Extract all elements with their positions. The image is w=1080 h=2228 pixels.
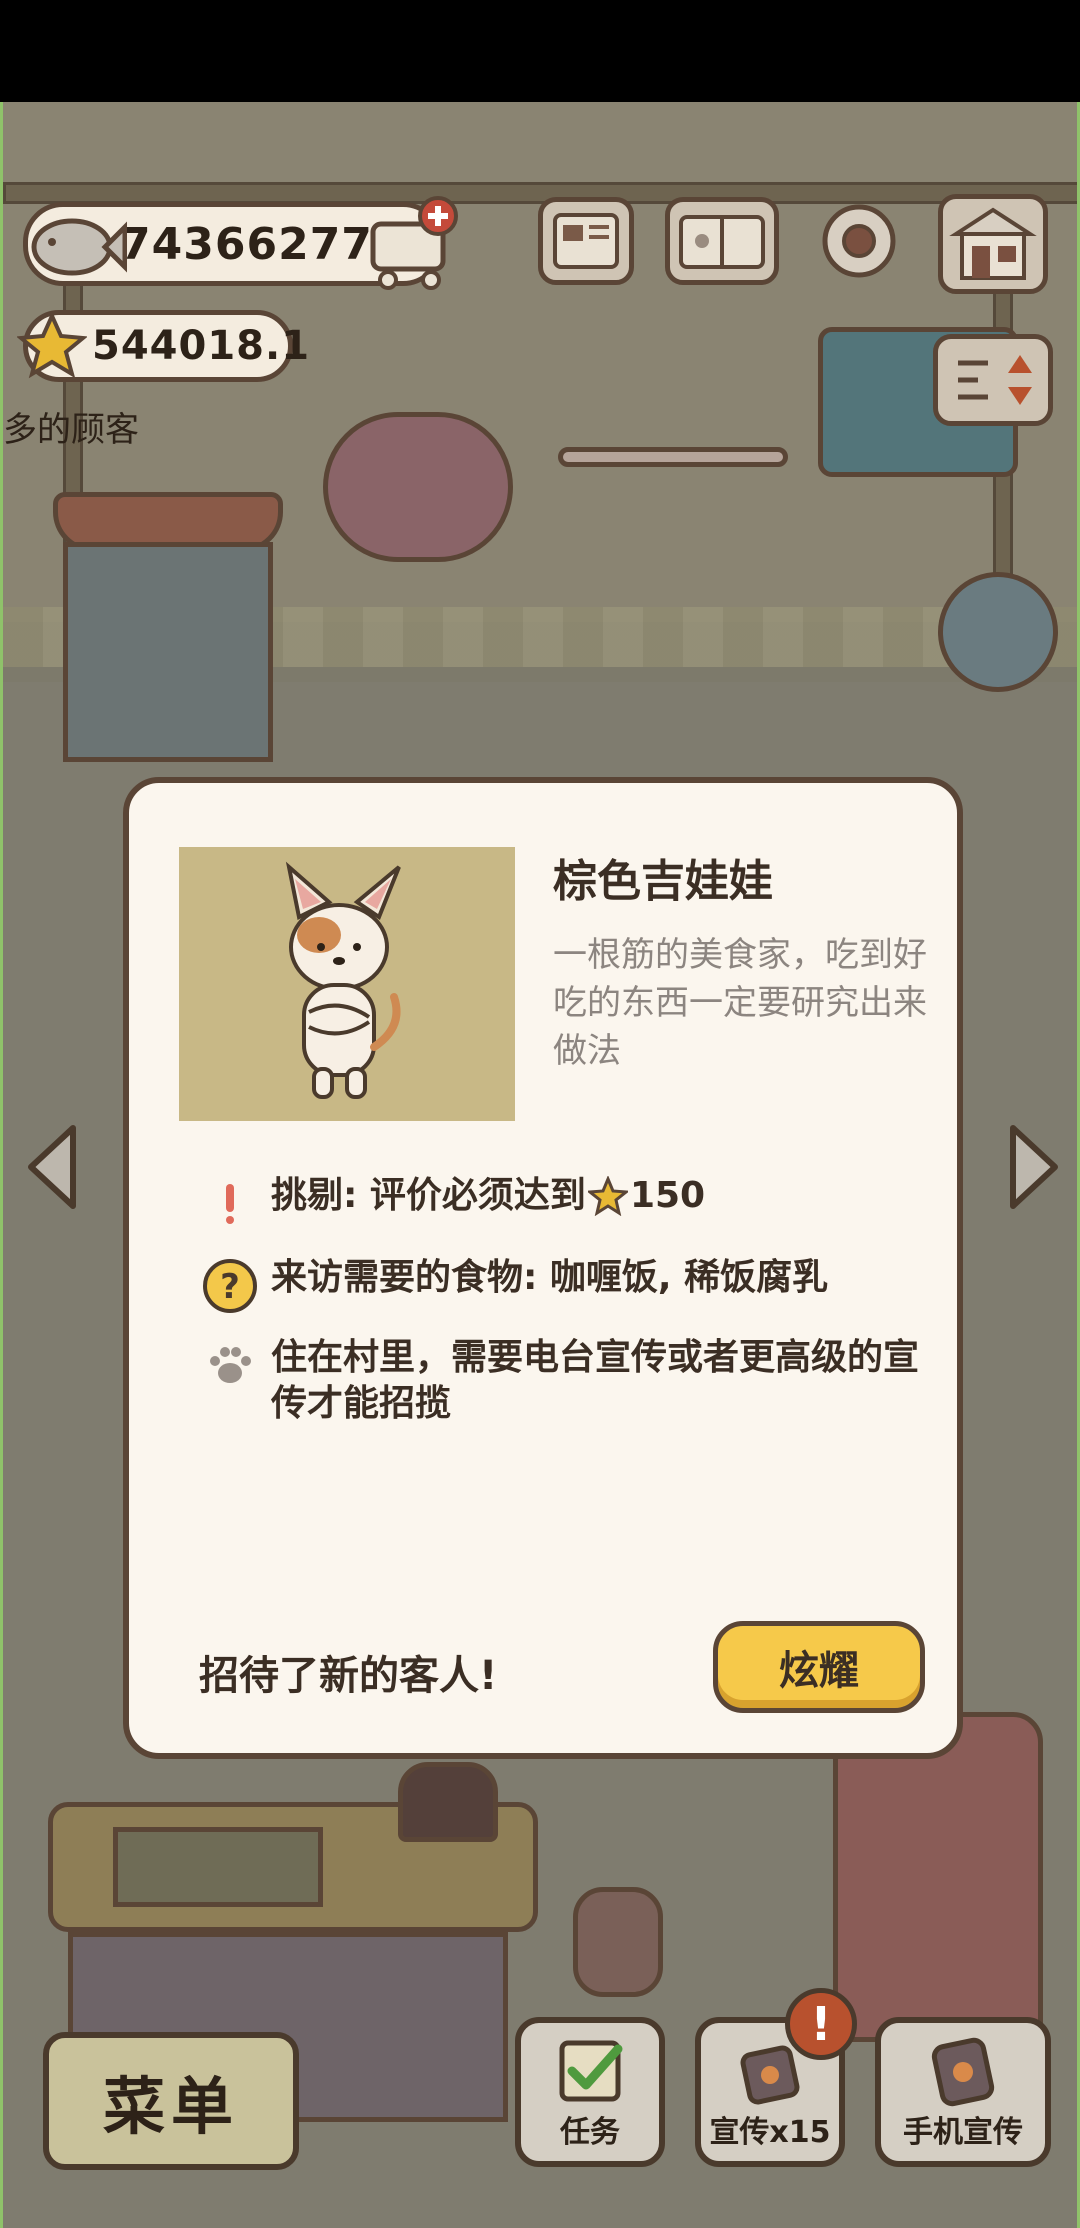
phone-promote-label: 手机宣传 xyxy=(903,2115,1023,2150)
requirement-label: 挑剔: 评价必须达到 xyxy=(271,1175,586,1216)
promote-label: 宣传x15 xyxy=(709,2115,831,2150)
refrigerator xyxy=(833,1712,1043,2042)
tasks-button[interactable]: 任务 xyxy=(515,2017,665,2167)
pancake-stack xyxy=(573,1887,663,1997)
shop-button[interactable] xyxy=(938,194,1048,294)
donut-window xyxy=(323,412,513,562)
claw-machine xyxy=(63,542,273,762)
character-name: 棕色吉娃娃 xyxy=(553,856,773,907)
game-scene: 743662776 544018.1 多的顾客 棕色吉娃娃 一根筋的美食家，吃到… xyxy=(0,102,1080,2228)
character-description: 一根筋的美食家，吃到好吃的东西一定要研究出来做法 xyxy=(553,935,927,1071)
food-requirement: 来访需要的食物: 咖喱饭, 稀饭腐乳 xyxy=(271,1257,829,1298)
paw-icon xyxy=(199,1335,261,1397)
recipe-book-button[interactable] xyxy=(665,197,779,285)
habitat-row: 住在村里，需要电台宣传或者更高级的宣传才能招揽 xyxy=(199,1335,921,1427)
star-icon xyxy=(17,311,87,379)
scene-caption: 多的顾客 xyxy=(3,410,139,450)
exclamation-icon xyxy=(199,1173,261,1235)
phone-icon xyxy=(931,2037,995,2107)
fish-amount: 743662776 xyxy=(120,218,405,270)
next-arrow-icon[interactable] xyxy=(1003,1122,1063,1212)
new-customer-dialog: 棕色吉娃娃 一根筋的美食家，吃到好吃的东西一定要研究出来做法 挑剔: 评价必须达… xyxy=(123,777,963,1759)
newspaper-button[interactable] xyxy=(538,197,634,285)
flyer-icon xyxy=(740,2045,800,2105)
phone-promote-button[interactable]: 手机宣传 xyxy=(875,2017,1051,2167)
ceiling-beam xyxy=(3,182,1077,204)
food-row: ? 来访需要的食物: 咖喱饭, 稀饭腐乳 xyxy=(199,1255,911,1317)
fish-icon xyxy=(31,218,127,276)
gumball-machine xyxy=(938,572,1058,692)
star-amount: 544018.1 xyxy=(92,323,311,369)
sink-basin xyxy=(113,1827,323,1907)
previous-arrow-icon[interactable] xyxy=(23,1122,83,1212)
status-bar xyxy=(0,0,1080,102)
new-customer-message: 招待了新的客人! xyxy=(199,1653,498,1699)
shop-cart-icon[interactable] xyxy=(363,194,463,294)
layout-toggle-button[interactable] xyxy=(933,334,1053,426)
store-icon xyxy=(949,207,1037,280)
checklist-icon xyxy=(559,2040,623,2102)
promote-alert-badge: ! xyxy=(785,1988,857,2060)
gear-icon xyxy=(822,204,896,278)
utensil-rack xyxy=(558,447,788,467)
book-icon xyxy=(679,215,765,269)
rating-star-icon xyxy=(587,1176,628,1216)
settings-button[interactable] xyxy=(811,197,907,285)
svg-text:?: ? xyxy=(220,1267,240,1307)
cake xyxy=(398,1762,498,1842)
menu-label: 菜单 xyxy=(102,2070,239,2143)
sort-icon xyxy=(958,355,1032,405)
requirement-value: 150 xyxy=(629,1175,706,1216)
menu-button[interactable]: 菜单 xyxy=(43,2032,299,2170)
requirement-row: 挑剔: 评价必须达到 150 xyxy=(199,1173,911,1235)
character-portrait xyxy=(179,847,515,1121)
question-icon: ? xyxy=(199,1255,261,1317)
habitat-info: 住在村里，需要电台宣传或者更高级的宣传才能招揽 xyxy=(271,1337,920,1424)
show-off-label: 炫耀 xyxy=(779,1648,859,1694)
newspaper-icon xyxy=(553,213,619,269)
show-off-button[interactable]: 炫耀 xyxy=(713,1621,925,1713)
tasks-label: 任务 xyxy=(560,2115,620,2150)
chihuahua-illustration xyxy=(285,861,401,1099)
